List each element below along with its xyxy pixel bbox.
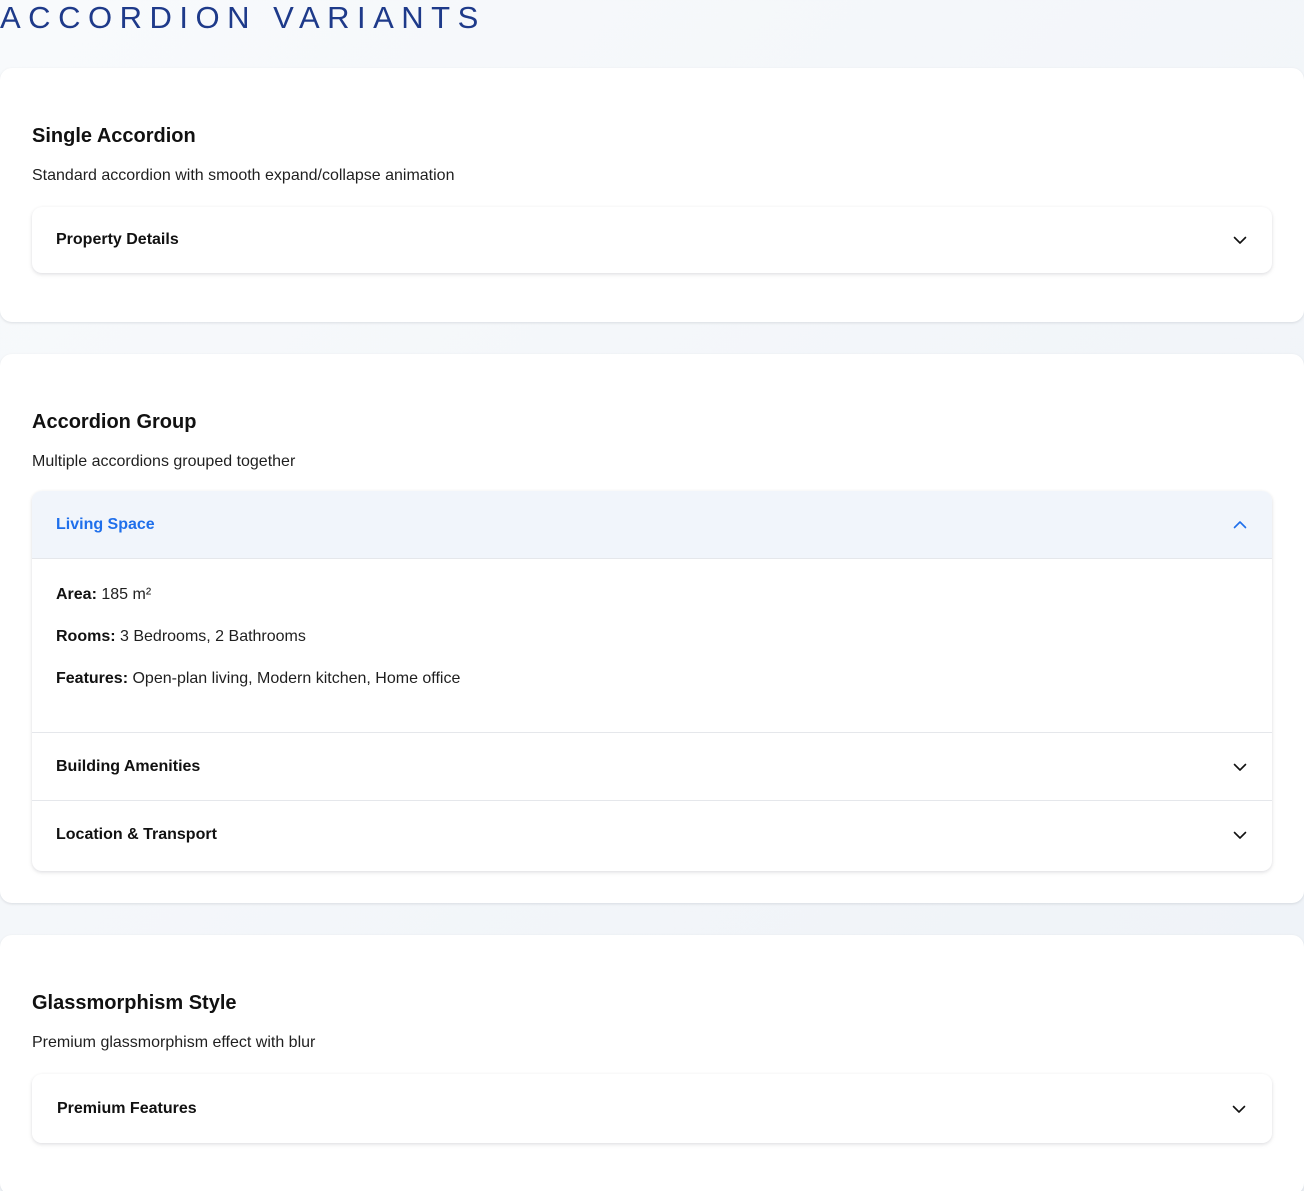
chevron-down-icon — [1232, 827, 1248, 843]
detail-value: 3 Bedrooms, 2 Bathrooms — [120, 628, 306, 645]
section-description: Multiple accordions grouped together — [32, 453, 296, 470]
accordion-panel-living-space: Area: 185 m² Rooms: 3 Bedrooms, 2 Bathro… — [32, 559, 1272, 733]
accordion-header-label: Living Space — [56, 515, 155, 533]
detail-value: Open-plan living, Modern kitchen, Home o… — [132, 670, 461, 687]
detail-row-features: Features: Open-plan living, Modern kitch… — [56, 669, 1248, 689]
detail-key: Rooms: — [56, 628, 116, 645]
section-description: Premium glassmorphism effect with blur — [32, 1034, 316, 1051]
accordion-header-label: Location & Transport — [56, 826, 217, 843]
chevron-up-icon — [1232, 517, 1248, 533]
accordion-group: Living Space Area: 185 m² Rooms: 3 Bedro… — [32, 491, 1272, 871]
accordion-header-living-space[interactable]: Living Space — [32, 491, 1272, 559]
chevron-down-icon — [1232, 232, 1248, 248]
detail-key: Area: — [56, 586, 97, 603]
chevron-down-icon — [1232, 759, 1248, 775]
accordion-glass: Premium Features — [32, 1074, 1272, 1143]
accordion-header-label: Property Details — [56, 231, 179, 248]
detail-row-area: Area: 185 m² — [56, 585, 1248, 605]
accordion-header-property-details[interactable]: Property Details — [32, 207, 1272, 273]
section-glassmorphism: Glassmorphism Style Premium glassmorphis… — [0, 935, 1304, 1191]
section-single-accordion: Single Accordion Standard accordion with… — [0, 68, 1304, 322]
accordion-header-label: Premium Features — [57, 1099, 197, 1117]
page-title: ACCORDION VARIANTS — [0, 0, 486, 35]
section-title: Glassmorphism Style — [32, 992, 237, 1014]
accordion-header-premium-features[interactable]: Premium Features — [32, 1074, 1272, 1143]
section-title: Single Accordion — [32, 125, 196, 147]
detail-row-rooms: Rooms: 3 Bedrooms, 2 Bathrooms — [56, 627, 1248, 647]
accordion-header-label: Building Amenities — [56, 757, 201, 775]
detail-value: 185 m² — [101, 586, 152, 603]
section-title: Accordion Group — [32, 411, 197, 433]
section-description: Standard accordion with smooth expand/co… — [32, 167, 455, 184]
accordion-header-building-amenities[interactable]: Building Amenities — [32, 733, 1272, 801]
detail-key: Features: — [56, 670, 129, 687]
accordion-header-location-transport[interactable]: Location & Transport — [32, 801, 1272, 869]
accordion: Property Details — [32, 207, 1272, 273]
section-accordion-group: Accordion Group Multiple accordions grou… — [0, 354, 1304, 903]
chevron-down-icon — [1231, 1101, 1247, 1117]
